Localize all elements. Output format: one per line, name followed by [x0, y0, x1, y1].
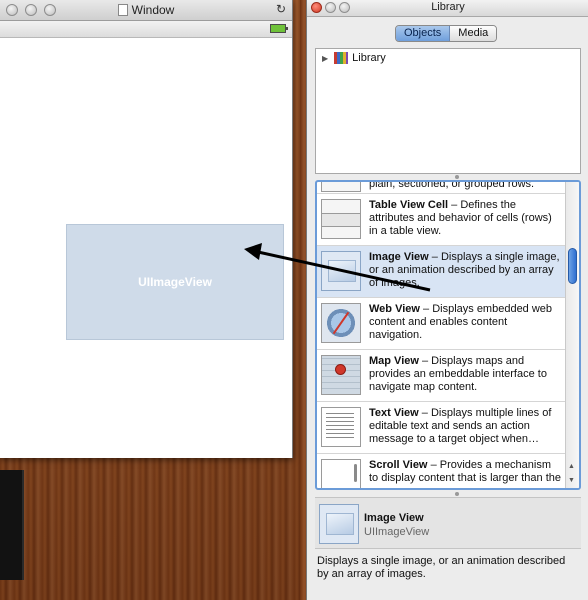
list-scrollbar[interactable]: ▲ ▼ — [565, 182, 579, 488]
window-title: Window — [0, 3, 292, 17]
scroll-up-icon[interactable]: ▲ — [568, 463, 575, 470]
library-tabs: Objects Media — [395, 25, 498, 42]
table-view-cell-icon — [321, 199, 361, 239]
list-item-text: Table View Cell – Defines the attributes… — [369, 199, 563, 238]
item-name: Scroll View — [369, 459, 428, 471]
rotate-icon[interactable]: ↻ — [276, 2, 286, 16]
list-item[interactable]: Table View Cell – Defines the attributes… — [317, 194, 579, 246]
list-item-text: plain, sectioned, or grouped rows. — [369, 180, 563, 191]
scroll-view-icon — [321, 459, 361, 488]
item-description: plain, sectioned, or grouped rows. — [369, 180, 535, 190]
library-panel: Library Objects Media ▶ Library plain, s… — [306, 0, 588, 600]
list-item-text: Scroll View – Provides a mechanism to di… — [369, 459, 563, 485]
library-titlebar[interactable]: Library — [307, 0, 588, 17]
detail-description: Displays a single image, or an animation… — [317, 555, 566, 580]
library-tree: ▶ Library — [315, 48, 581, 174]
list-item-text: Map View – Displays maps and provides an… — [369, 355, 563, 394]
item-name: Image View — [369, 251, 429, 263]
device-frame — [0, 470, 24, 580]
image-view-icon — [321, 251, 361, 291]
detail-pane: Image View UIImageView Displays a single… — [315, 497, 581, 597]
list-item[interactable]: plain, sectioned, or grouped rows. — [317, 182, 579, 194]
item-name: Web View — [369, 303, 420, 315]
library-books-icon — [334, 52, 349, 64]
tab-objects[interactable]: Objects — [396, 26, 451, 41]
tree-item-library[interactable]: ▶ Library — [322, 52, 386, 64]
window-titlebar[interactable]: Window ↻ — [0, 0, 292, 21]
item-name: Map View — [369, 355, 419, 367]
status-bar — [0, 21, 292, 38]
image-view-icon — [319, 504, 359, 544]
library-title: Library — [431, 1, 465, 13]
scroll-thumb[interactable] — [568, 248, 577, 284]
detail-title: Image View — [364, 512, 424, 524]
list-item[interactable]: Text View – Displays multiple lines of e… — [317, 402, 579, 454]
list-item-text: Web View – Displays embedded web content… — [369, 303, 563, 342]
scroll-down-icon[interactable]: ▼ — [568, 477, 575, 484]
table-view-icon — [321, 182, 361, 192]
map-view-icon — [321, 355, 361, 395]
split-handle[interactable] — [455, 492, 459, 496]
list-item[interactable]: Image View – Displays a single image, or… — [317, 246, 579, 298]
list-item[interactable]: Web View – Displays embedded web content… — [317, 298, 579, 350]
list-item[interactable]: Map View – Displays maps and provides an… — [317, 350, 579, 402]
battery-icon — [270, 24, 288, 33]
detail-class-name: UIImageView — [364, 526, 430, 538]
list-item[interactable]: Scroll View – Provides a mechanism to di… — [317, 454, 579, 488]
disclosure-triangle-icon[interactable]: ▶ — [322, 54, 328, 63]
object-list: plain, sectioned, or grouped rows. Table… — [315, 180, 581, 490]
tab-media[interactable]: Media — [450, 26, 497, 41]
image-view-placeholder[interactable]: UIImageView — [66, 224, 284, 340]
tree-item-label: Library — [352, 52, 386, 64]
item-name: Text View — [369, 407, 419, 419]
text-view-icon — [321, 407, 361, 447]
item-name: Table View Cell — [369, 199, 449, 211]
window-title-label: Window — [131, 3, 175, 17]
web-view-icon — [321, 303, 361, 343]
window: Window ↻ UIImageView — [0, 0, 293, 458]
list-item-text: Image View – Displays a single image, or… — [369, 251, 563, 290]
image-view-label: UIImageView — [138, 275, 212, 289]
split-handle[interactable] — [455, 175, 459, 179]
list-item-text: Text View – Displays multiple lines of e… — [369, 407, 563, 446]
document-icon — [117, 4, 128, 16]
detail-header: Image View UIImageView — [315, 497, 581, 549]
